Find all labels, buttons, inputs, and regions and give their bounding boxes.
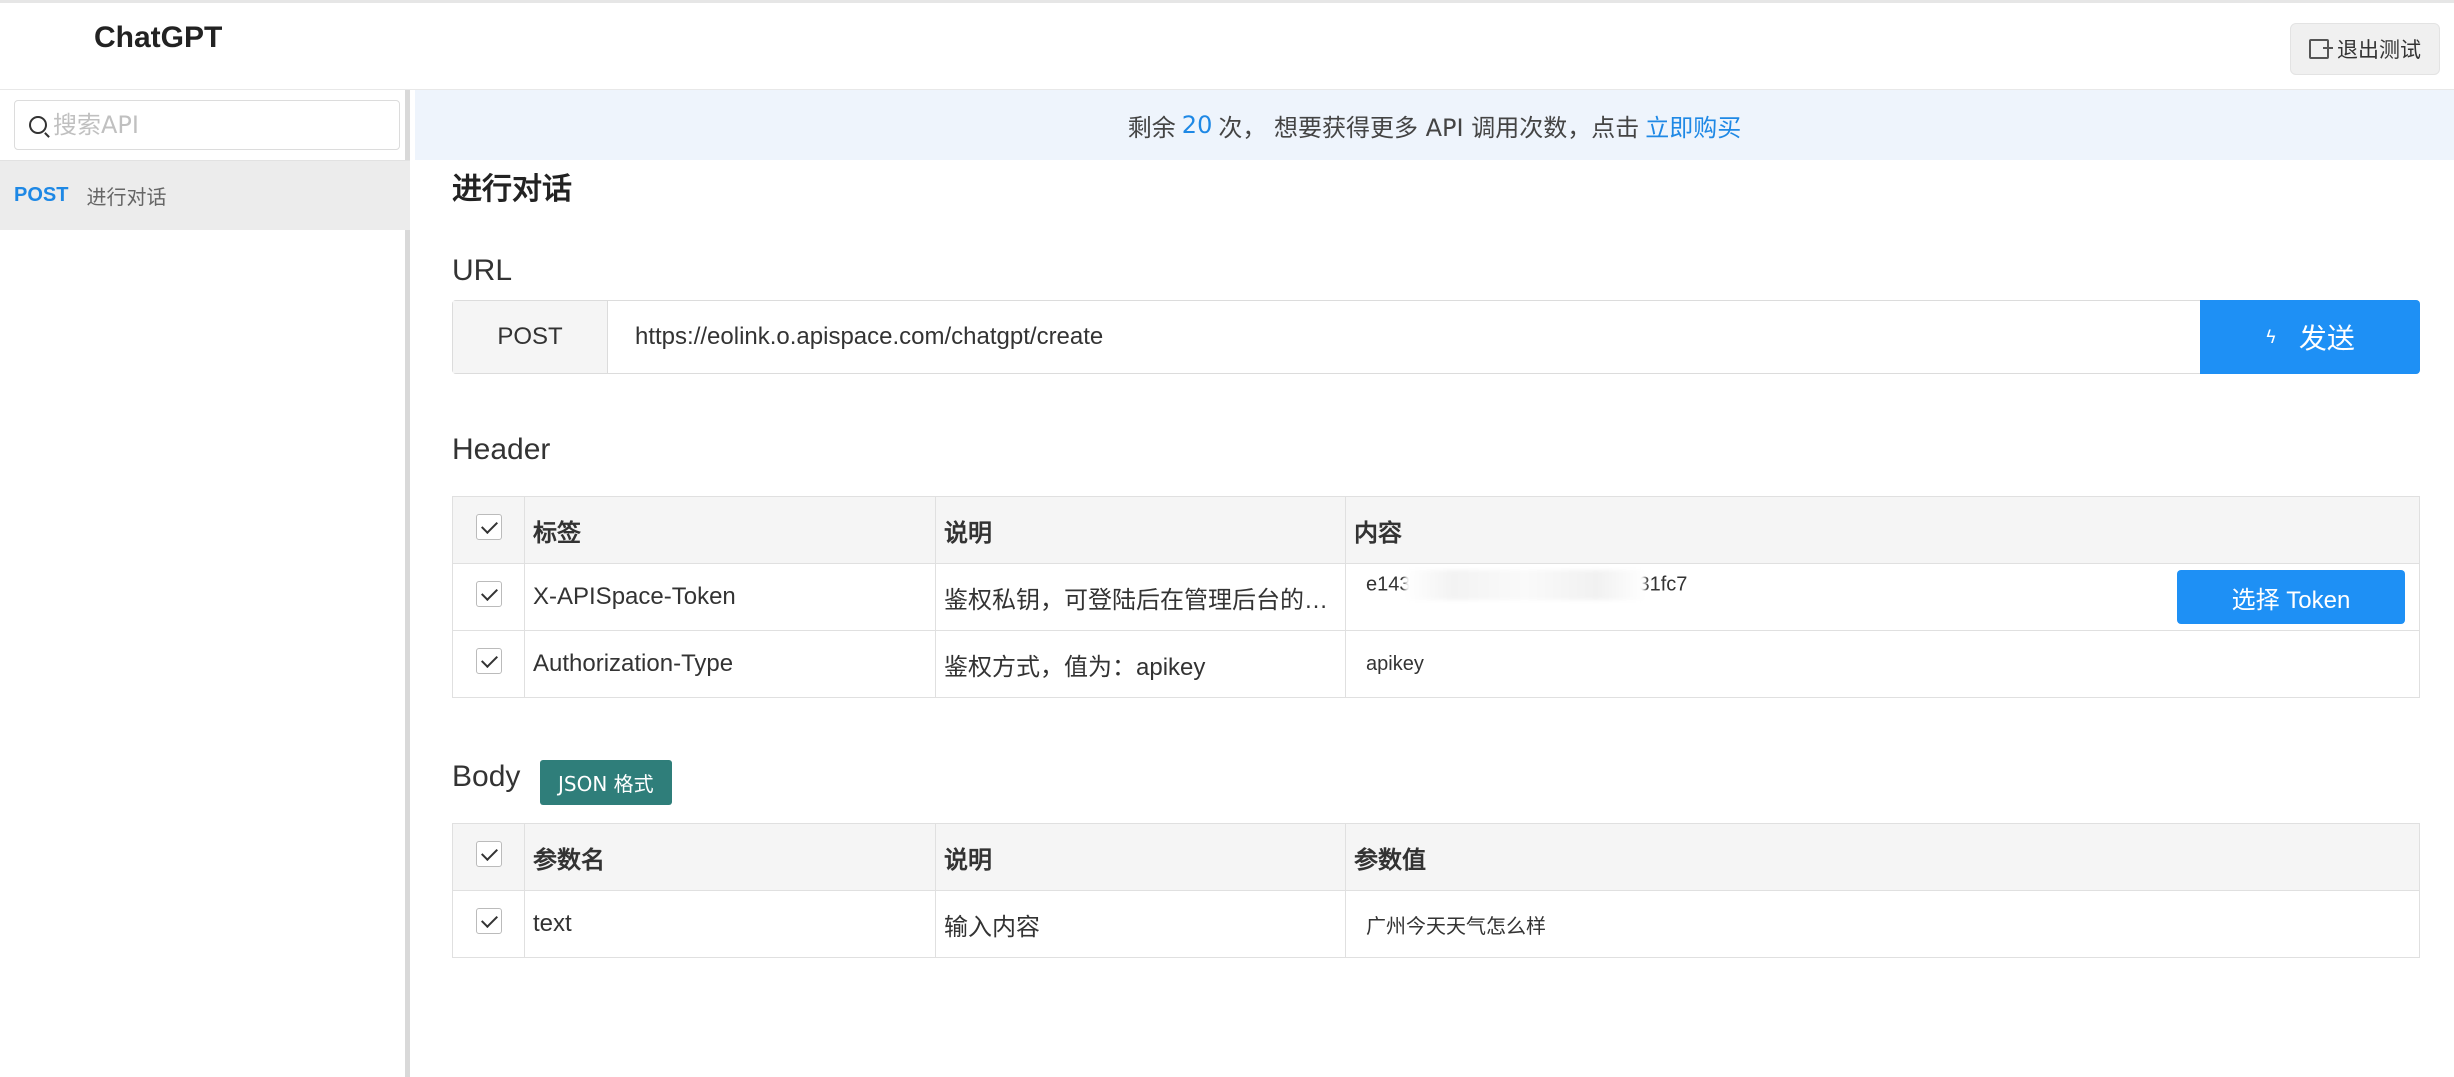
table-row: X-APISpace-Token 鉴权私钥，可登陆后在管理后台的… e143 31… (452, 563, 2420, 631)
exit-test-button[interactable]: 退出测试 (2290, 23, 2440, 75)
logout-icon (2309, 39, 2333, 59)
buy-now-link[interactable]: 立即购买 (1645, 108, 1741, 143)
banner-suffix: 次， 想要获得更多 API 调用次数，点击 (1218, 113, 1640, 142)
select-all-checkbox[interactable] (475, 514, 502, 540)
remaining-count: 20 (1181, 111, 1213, 139)
param-desc: 输入内容 (935, 890, 1346, 958)
redacted-token (1404, 570, 1645, 600)
banner-prefix: 剩余 (1127, 113, 1176, 142)
table-header-row: 参数名 说明 参数值 (452, 823, 2420, 891)
sidebar: POST 进行对话 (0, 90, 410, 1077)
json-format-badge: JSON 格式 (540, 760, 672, 805)
body-section-label: Body (452, 760, 521, 793)
sidebar-item-label: 进行对话 (86, 185, 167, 209)
header-value-cell: e143 31fc7 选择 Token (1345, 563, 2420, 631)
select-token-button[interactable]: 选择 Token (2177, 570, 2405, 624)
header-desc: 鉴权方式，值为：apikey (935, 630, 1346, 698)
top-bar: ChatGPT 退出测试 (0, 0, 2454, 90)
table-row: Authorization-Type 鉴权方式，值为：apikey apikey (452, 630, 2420, 698)
header-desc: 鉴权私钥，可登陆后在管理后台的… (935, 563, 1346, 631)
url-bar: POST https://eolink.o.apispace.com/chatg… (452, 300, 2420, 374)
send-button[interactable]: ϟ 发送 (2200, 300, 2420, 374)
column-header: 参数名 (524, 823, 936, 891)
send-label: 发送 (2298, 322, 2355, 355)
param-value[interactable]: 广州今天天气怎么样 (1345, 890, 2420, 958)
url-section-label: URL (452, 254, 513, 287)
body-table: 参数名 说明 参数值 text 输入内容 广州今天天气怎么样 (452, 823, 2420, 958)
param-name: text (524, 890, 936, 958)
column-header: 说明 (935, 496, 1346, 564)
table-header-row: 标签 说明 内容 (452, 496, 2420, 564)
row-checkbox[interactable] (475, 580, 502, 607)
app-title: ChatGPT (94, 21, 223, 54)
row-checkbox[interactable] (475, 647, 502, 674)
column-header: 标签 (524, 496, 936, 564)
method-tag: POST (14, 184, 69, 206)
exit-test-label: 退出测试 (2337, 38, 2421, 62)
table-row: text 输入内容 广州今天天气怎么样 (452, 890, 2420, 958)
main-content: 进行对话 URL POST https://eolink.o.apispace.… (415, 160, 2454, 1077)
header-table: 标签 说明 内容 X-APISpace-Token 鉴权私钥，可登陆后在管理后台… (452, 496, 2420, 698)
url-field[interactable]: https://eolink.o.apispace.com/chatgpt/cr… (608, 301, 2200, 373)
search-box[interactable] (14, 100, 400, 150)
column-header: 说明 (935, 823, 1346, 891)
token-value-end[interactable]: 31fc7 (1639, 573, 1688, 595)
header-value[interactable]: apikey (1345, 630, 2420, 698)
page-title: 进行对话 (452, 172, 572, 207)
search-icon (29, 116, 47, 134)
quota-banner: 剩余 20 次， 想要获得更多 API 调用次数，点击 立即购买 (415, 90, 2454, 160)
send-icon: ϟ (2265, 326, 2277, 348)
header-section-label: Header (452, 433, 551, 466)
header-key: Authorization-Type (524, 630, 936, 698)
http-method: POST (453, 301, 608, 373)
header-key: X-APISpace-Token (524, 563, 936, 631)
column-header: 参数值 (1345, 823, 2420, 891)
row-checkbox[interactable] (475, 907, 502, 934)
search-input[interactable] (53, 111, 383, 139)
column-header: 内容 (1345, 496, 2420, 564)
sidebar-item-chat[interactable]: POST 进行对话 (0, 160, 410, 230)
select-all-checkbox[interactable] (475, 841, 502, 867)
